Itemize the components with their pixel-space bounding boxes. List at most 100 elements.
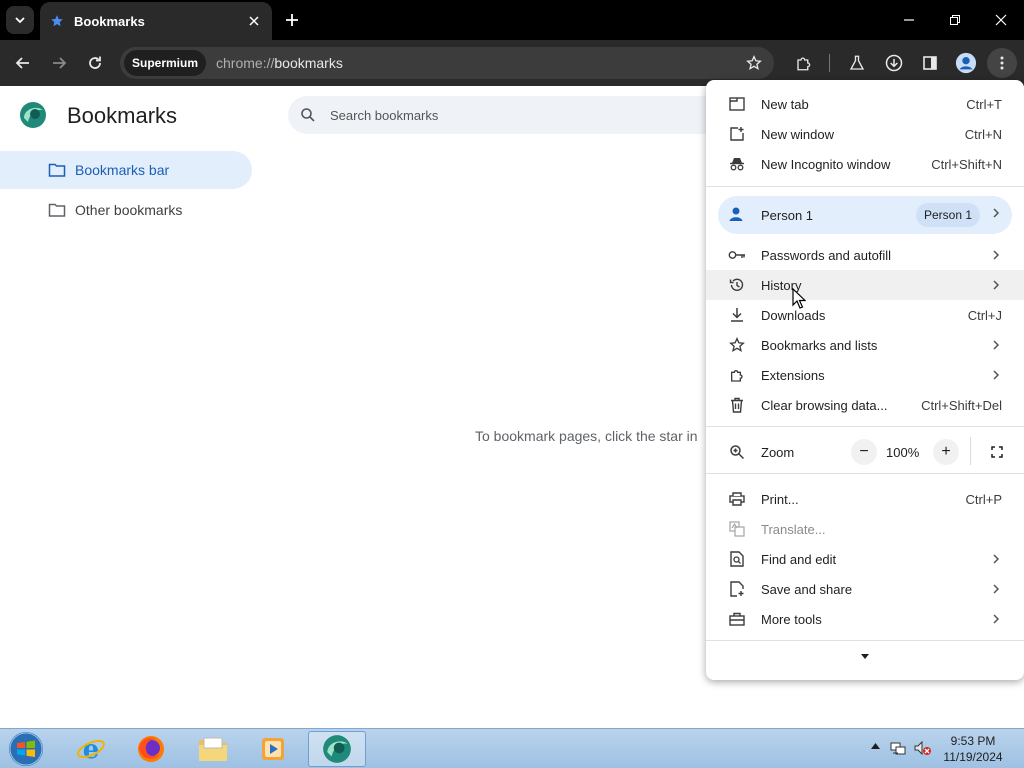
menu-divider (706, 473, 1024, 474)
zoom-out-button[interactable]: − (851, 439, 877, 465)
downloads-button[interactable] (879, 48, 909, 78)
menu-item-save-share[interactable]: Save and share (706, 574, 1024, 604)
menu-item-label: Extensions (761, 367, 825, 383)
menu-item-label: Bookmarks and lists (761, 337, 878, 353)
supermium-logo-icon (323, 735, 351, 763)
menu-shortcut: Ctrl+N (964, 126, 1002, 142)
menu-item-profile[interactable]: Person 1 Person 1 (718, 196, 1012, 234)
puzzle-icon (797, 57, 811, 71)
zoom-in-button[interactable]: + (933, 439, 959, 465)
taskbar-internet-explorer[interactable]: e (62, 731, 120, 767)
taskbar-supermium[interactable] (308, 731, 366, 767)
reload-icon (89, 56, 101, 69)
close-window-button[interactable] (978, 0, 1024, 40)
menu-item-passwords[interactable]: Passwords and autofill (706, 240, 1024, 270)
chevron-right-icon (992, 207, 1000, 219)
chevron-right-icon (992, 583, 1000, 595)
chevron-right-icon (992, 553, 1000, 565)
taskbar-media-player[interactable] (244, 731, 302, 767)
translate-icon (728, 520, 746, 538)
chevron-right-icon (992, 613, 1000, 625)
fullscreen-button[interactable] (984, 439, 1010, 465)
menu-item-new-incognito[interactable]: New Incognito window Ctrl+Shift+N (706, 149, 1024, 179)
menu-item-downloads[interactable]: Downloads Ctrl+J (706, 300, 1024, 330)
svg-text:e: e (83, 735, 100, 764)
minimize-button[interactable] (886, 0, 932, 40)
restore-button[interactable] (932, 0, 978, 40)
url-path: bookmarks (274, 55, 343, 71)
labs-button[interactable] (842, 48, 872, 78)
fullscreen-icon (991, 446, 1003, 458)
trash-icon (728, 396, 746, 414)
download-circle-icon (885, 54, 903, 72)
profile-button[interactable] (951, 48, 981, 78)
mouse-cursor-icon (792, 288, 806, 309)
chevron-right-icon (992, 279, 1000, 291)
system-clock[interactable]: 9:53 PM 11/19/2024 (940, 733, 1006, 765)
menu-item-bookmarks-lists[interactable]: Bookmarks and lists (706, 330, 1024, 360)
menu-divider (706, 186, 1024, 187)
back-button[interactable] (8, 48, 38, 78)
taskbar-firefox[interactable] (122, 731, 180, 767)
menu-button[interactable] (987, 48, 1017, 78)
menu-shortcut: Ctrl+Shift+N (931, 156, 1002, 172)
side-panel-icon (923, 56, 937, 70)
menu-item-print[interactable]: Print... Ctrl+P (706, 484, 1024, 514)
forward-button[interactable] (44, 48, 74, 78)
chevron-right-icon (992, 369, 1000, 381)
new-tab-button[interactable] (280, 8, 304, 32)
sidebar-item-other-bookmarks[interactable]: Other bookmarks (0, 191, 252, 229)
menu-item-extensions[interactable]: Extensions (706, 360, 1024, 390)
puzzle-icon (728, 366, 746, 384)
search-input[interactable] (330, 107, 690, 123)
flask-icon (849, 55, 865, 70)
address-bar[interactable]: Supermium chrome://bookmarks (120, 47, 774, 79)
menu-expand-button[interactable] (856, 650, 874, 662)
tray-overflow-button[interactable] (870, 741, 880, 751)
zoom-level: 100% (886, 444, 920, 460)
sidebar-item-label: Other bookmarks (75, 202, 183, 218)
start-button[interactable] (6, 730, 46, 768)
url-text[interactable]: chrome://bookmarks (216, 55, 343, 71)
supermium-logo-icon (20, 102, 46, 128)
menu-item-new-tab[interactable]: New tab Ctrl+T (706, 89, 1024, 119)
tab-search-button[interactable] (6, 6, 34, 34)
menu-item-clear-data[interactable]: Clear browsing data... Ctrl+Shift+Del (706, 390, 1024, 420)
empty-state-message: To bookmark pages, click the star in (475, 428, 698, 444)
history-icon (728, 276, 746, 294)
close-icon (249, 16, 259, 26)
extensions-button[interactable] (789, 48, 819, 78)
save-share-icon (728, 580, 746, 598)
incognito-icon (728, 155, 746, 173)
close-icon (995, 14, 1007, 26)
star-icon (728, 336, 746, 354)
menu-item-label: Translate... (761, 521, 826, 537)
profile-chip: Person 1 (916, 203, 981, 227)
menu-item-history[interactable]: History (706, 270, 1024, 300)
network-icon[interactable] (890, 740, 906, 756)
avatar-icon (955, 52, 977, 74)
menu-item-more-tools[interactable]: More tools (706, 604, 1024, 634)
taskbar-file-explorer[interactable] (184, 731, 242, 767)
sidebar-item-label: Bookmarks bar (75, 162, 170, 178)
internet-explorer-icon: e (77, 735, 105, 764)
menu-item-translate[interactable]: Translate... (706, 514, 1024, 544)
menu-item-find-edit[interactable]: Find and edit (706, 544, 1024, 574)
tab-close-button[interactable] (244, 11, 264, 31)
volume-muted-icon[interactable] (914, 740, 932, 756)
side-panel-button[interactable] (915, 48, 945, 78)
menu-item-label: New Incognito window (761, 156, 891, 172)
reload-button[interactable] (80, 48, 110, 78)
menu-item-new-window[interactable]: New window Ctrl+N (706, 119, 1024, 149)
menu-shortcut: Ctrl+P (965, 491, 1002, 507)
folder-icon (199, 737, 227, 761)
search-box[interactable] (288, 96, 738, 134)
folder-icon (48, 201, 66, 219)
tab-bookmarks[interactable]: Bookmarks (40, 2, 272, 40)
bookmark-star-button[interactable] (742, 51, 766, 75)
url-scheme: chrome:// (216, 55, 275, 71)
sidebar-item-bookmarks-bar[interactable]: Bookmarks bar (0, 151, 252, 189)
menu-item-label: More tools (761, 611, 822, 627)
site-chip[interactable]: Supermium (124, 50, 207, 76)
menu-shortcut: Ctrl+Shift+Del (921, 397, 1002, 413)
